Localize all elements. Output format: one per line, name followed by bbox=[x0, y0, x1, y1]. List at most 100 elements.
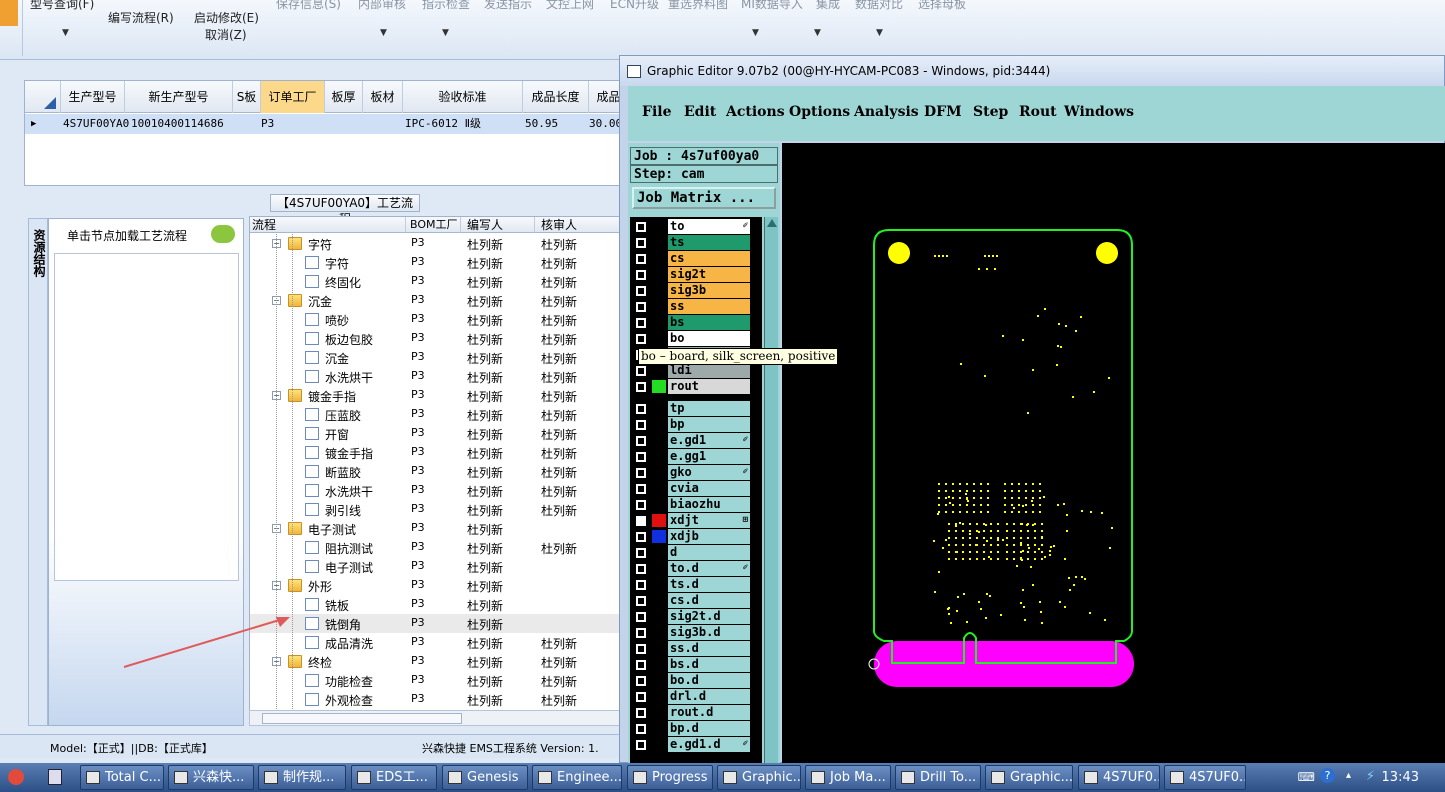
taskbar-button[interactable]: Graphic... bbox=[985, 765, 1073, 790]
layer-row[interactable]: ldi bbox=[630, 363, 762, 378]
taskbar-button[interactable]: Job Ma... bbox=[805, 765, 891, 790]
taskbar-button[interactable]: Graphic... bbox=[717, 765, 801, 790]
tree-row[interactable]: 功能检查 P3 杜列新 杜列新 bbox=[250, 671, 619, 690]
layer-row[interactable]: ss bbox=[630, 299, 762, 314]
tree-row[interactable]: 成品清洗 P3 杜列新 杜列新 bbox=[250, 633, 619, 652]
start-icon[interactable] bbox=[8, 769, 24, 785]
layer-name[interactable]: cs.d bbox=[668, 593, 750, 608]
tree-row[interactable]: 镀金手指 P3 杜列新 杜列新 bbox=[250, 443, 619, 462]
chevron-down-icon[interactable]: ▼ bbox=[380, 28, 387, 38]
col-header[interactable]: 板厚 bbox=[325, 81, 363, 113]
layer-color-swatch[interactable] bbox=[652, 332, 666, 345]
layer-name[interactable]: ss bbox=[668, 299, 750, 314]
layer-row[interactable]: tp bbox=[630, 401, 762, 416]
layer-name[interactable]: ts.d bbox=[668, 577, 750, 592]
layer-color-swatch[interactable] bbox=[652, 658, 666, 671]
menu-options[interactable]: Options bbox=[789, 104, 850, 120]
layer-color-swatch[interactable] bbox=[652, 236, 666, 249]
layer-name[interactable]: bo bbox=[668, 331, 750, 346]
grid-cell[interactable]: 50.95 bbox=[525, 114, 558, 134]
layer-color-swatch[interactable] bbox=[652, 268, 666, 281]
layer-name[interactable]: sig2t bbox=[668, 267, 750, 282]
layer-color-swatch[interactable] bbox=[652, 626, 666, 639]
taskbar-button[interactable]: Genesis bbox=[442, 765, 528, 790]
grid-cell[interactable]: 4S7UF00YA0 bbox=[63, 114, 129, 134]
layer-checkbox[interactable] bbox=[636, 334, 646, 344]
layer-row[interactable]: bs bbox=[630, 315, 762, 330]
taskbar-button[interactable]: 制作规... bbox=[258, 765, 346, 790]
chevron-down-icon[interactable]: ▼ bbox=[752, 28, 759, 38]
layer-name[interactable]: cvia bbox=[668, 481, 750, 496]
tree-row[interactable]: 外观检查 P3 杜列新 杜列新 bbox=[250, 690, 619, 709]
layer-row[interactable]: cs bbox=[630, 251, 762, 266]
layer-checkbox[interactable] bbox=[636, 468, 646, 478]
tree-row[interactable]: 板边包胶 P3 杜列新 杜列新 bbox=[250, 329, 619, 348]
layer-row[interactable]: d bbox=[630, 545, 762, 560]
layer-row[interactable]: sig3b bbox=[630, 283, 762, 298]
tree-row[interactable]: 压蓝胶 P3 杜列新 杜列新 bbox=[250, 405, 619, 424]
layer-name[interactable]: sig3b.d bbox=[668, 625, 750, 640]
menu-analysis[interactable]: Analysis bbox=[854, 104, 919, 120]
resource-structure-tab[interactable]: 资源结构 bbox=[28, 218, 48, 726]
layer-row[interactable]: cvia bbox=[630, 481, 762, 496]
col-header[interactable]: 订单工厂 bbox=[261, 81, 325, 113]
layer-checkbox[interactable] bbox=[636, 404, 646, 414]
layer-color-swatch[interactable] bbox=[652, 562, 666, 575]
graphic-canvas[interactable] bbox=[782, 143, 1445, 763]
menu-edit[interactable]: Edit bbox=[684, 104, 716, 120]
table-row[interactable]: ▶ 4S7UF00YA0 10010400114686 P3 IPC-6012 … bbox=[25, 114, 622, 134]
layer-row[interactable]: to ✐ bbox=[630, 219, 762, 234]
col-header[interactable]: 成品长度 bbox=[523, 81, 589, 113]
app-menu-button[interactable] bbox=[0, 0, 18, 26]
layer-row[interactable]: sig2t.d bbox=[630, 609, 762, 624]
layer-checkbox[interactable] bbox=[636, 548, 646, 558]
data-compare-button[interactable]: 数据对比 bbox=[855, 0, 903, 12]
taskbar-button[interactable]: Total C... bbox=[80, 765, 164, 790]
show-desktop-icon[interactable] bbox=[48, 769, 62, 785]
layer-name[interactable]: drl.d bbox=[668, 689, 750, 704]
col-header[interactable]: 流程 bbox=[250, 217, 406, 233]
layer-color-swatch[interactable] bbox=[652, 220, 666, 233]
layer-color-swatch[interactable] bbox=[652, 674, 666, 687]
layer-color-swatch[interactable] bbox=[652, 594, 666, 607]
layer-name[interactable]: bs.d bbox=[668, 657, 750, 672]
layer-checkbox[interactable] bbox=[636, 532, 646, 542]
col-header[interactable]: 核审人 bbox=[535, 217, 619, 233]
menu-dfm[interactable]: DFM bbox=[924, 104, 962, 120]
tree-row[interactable]: − 电子测试 P3 杜列新 bbox=[250, 519, 619, 538]
grid-cell[interactable]: 30.00 bbox=[589, 114, 622, 134]
layer-row[interactable]: ts bbox=[630, 235, 762, 250]
layer-color-swatch[interactable] bbox=[652, 530, 666, 543]
layer-name[interactable]: ldi bbox=[668, 363, 750, 378]
layer-checkbox[interactable] bbox=[636, 516, 646, 526]
col-header[interactable]: BOM工厂 bbox=[406, 217, 461, 233]
layer-checkbox[interactable] bbox=[636, 286, 646, 296]
taskbar-button[interactable]: Progress bbox=[627, 765, 713, 790]
layer-name[interactable]: bp.d bbox=[668, 721, 750, 736]
instruction-check-button[interactable]: 指示检查 bbox=[422, 0, 470, 12]
menu-rout[interactable]: Rout bbox=[1019, 104, 1057, 120]
chat-bubble-icon[interactable] bbox=[211, 225, 235, 243]
cancel-button[interactable]: 取消(Z) bbox=[205, 26, 247, 43]
layer-checkbox[interactable] bbox=[636, 238, 646, 248]
layer-row[interactable]: bp bbox=[630, 417, 762, 432]
layer-name[interactable]: tp bbox=[668, 401, 750, 416]
layer-checkbox[interactable] bbox=[636, 612, 646, 622]
process-tree[interactable]: 流程 BOM工厂 编写人 核审人 − 字符 P3 杜列新 杜列新 字符 P3 杜列新 杜列新 终固… bbox=[249, 216, 620, 726]
layer-name[interactable]: ss.d bbox=[668, 641, 750, 656]
layer-color-swatch[interactable] bbox=[652, 380, 666, 393]
taskbar-button[interactable]: Enginee... bbox=[532, 765, 622, 790]
taskbar-button[interactable]: 4S7UF0... bbox=[1078, 765, 1160, 790]
tray-app-icon[interactable]: ⚡ bbox=[1366, 769, 1375, 784]
tree-row[interactable]: 沉金 P3 杜列新 杜列新 bbox=[250, 348, 619, 367]
layer-row[interactable]: e.gg1 bbox=[630, 449, 762, 464]
layer-scrollbar[interactable] bbox=[764, 217, 778, 763]
layer-name[interactable]: biaozhu bbox=[668, 497, 750, 512]
layer-row[interactable]: rout.d bbox=[630, 705, 762, 720]
layer-checkbox[interactable] bbox=[636, 708, 646, 718]
layer-color-swatch[interactable] bbox=[652, 434, 666, 447]
layer-name[interactable]: bo.d bbox=[668, 673, 750, 688]
layer-name[interactable]: bp bbox=[668, 417, 750, 432]
grid-cell[interactable]: 10010400114686 bbox=[131, 114, 224, 134]
layer-color-swatch[interactable] bbox=[652, 466, 666, 479]
